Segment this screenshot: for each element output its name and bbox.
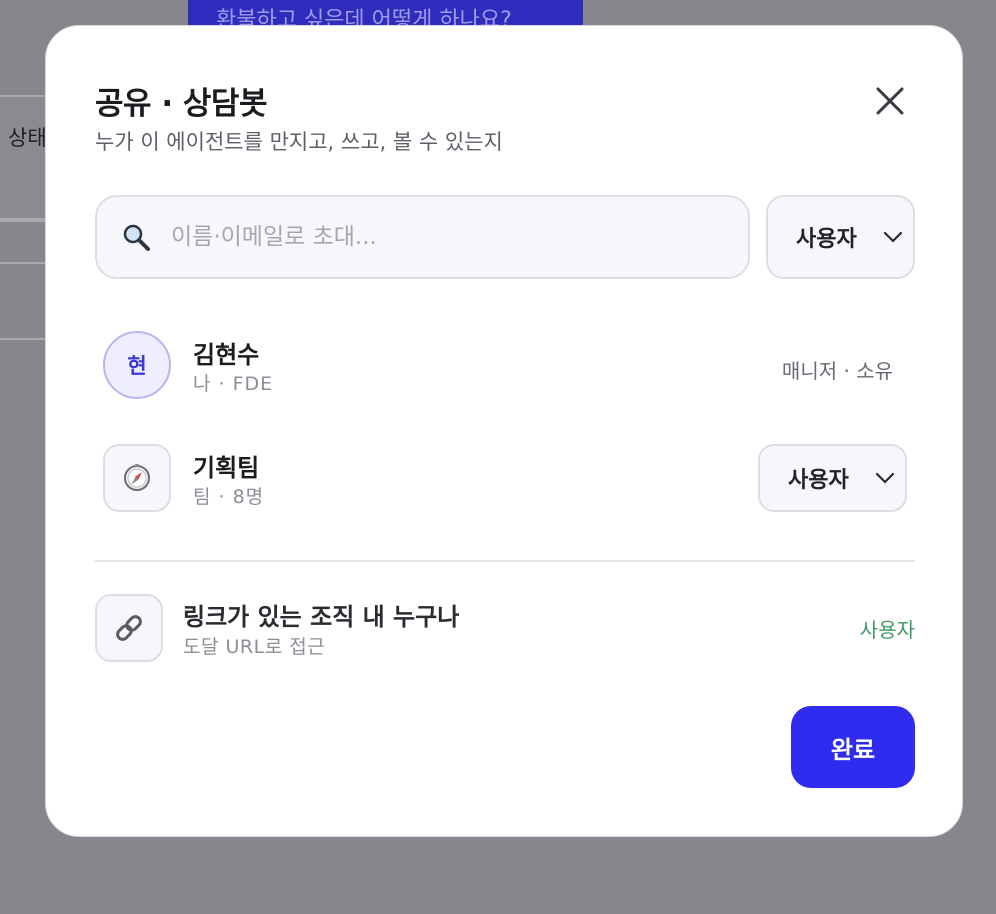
member-subtitle: 팀 · 8명 — [193, 486, 265, 508]
done-button[interactable]: 완료 — [791, 706, 915, 788]
team-avatar — [103, 444, 171, 512]
invite-role-value: 사용자 — [796, 227, 857, 252]
member-role-value: 사용자 — [788, 468, 849, 493]
avatar: 현 — [103, 331, 171, 399]
member-subtitle: 나 · FDE — [193, 373, 274, 395]
invite-search-input[interactable] — [171, 224, 731, 250]
dialog-title: 공유 · 상담봇 — [95, 86, 267, 122]
invite-role-select[interactable]: 사용자 — [766, 195, 915, 279]
compass-icon — [124, 464, 150, 491]
member-role-label: 매니저 · 소유 — [781, 359, 893, 383]
share-dialog: 공유 · 상담봇 누가 이 에이전트를 만지고, 쓰고, 볼 수 있는지 사용자… — [45, 25, 963, 837]
link-access-title: 링크가 있는 조직 내 누구나 — [183, 603, 460, 631]
member-name: 기획팀 — [193, 454, 260, 482]
chevron-down-icon — [883, 231, 903, 243]
link-access-row: 링크가 있는 조직 내 누구나 도달 URL로 접근 사용자 — [95, 594, 915, 662]
dialog-subtitle: 누가 이 에이전트를 만지고, 쓰고, 볼 수 있는지 — [95, 130, 503, 154]
close-icon — [876, 87, 904, 115]
link-access-subtitle: 도달 URL로 접근 — [183, 636, 326, 658]
chevron-down-icon — [875, 472, 895, 484]
section-divider — [95, 560, 915, 562]
member-name: 김현수 — [193, 341, 260, 369]
member-role-select[interactable]: 사용자 — [758, 444, 907, 512]
member-row: 기획팀 팀 · 8명 사용자 — [103, 444, 915, 512]
link-icon — [116, 615, 142, 641]
link-access-role[interactable]: 사용자 — [860, 614, 915, 643]
invite-search-box[interactable] — [95, 195, 750, 279]
member-row: 현 김현수 나 · FDE 매니저 · 소유 — [103, 331, 915, 399]
link-icon-box — [95, 594, 163, 662]
background-status-label: 상태 — [8, 126, 47, 150]
search-icon — [121, 221, 153, 253]
close-button[interactable] — [868, 79, 912, 123]
